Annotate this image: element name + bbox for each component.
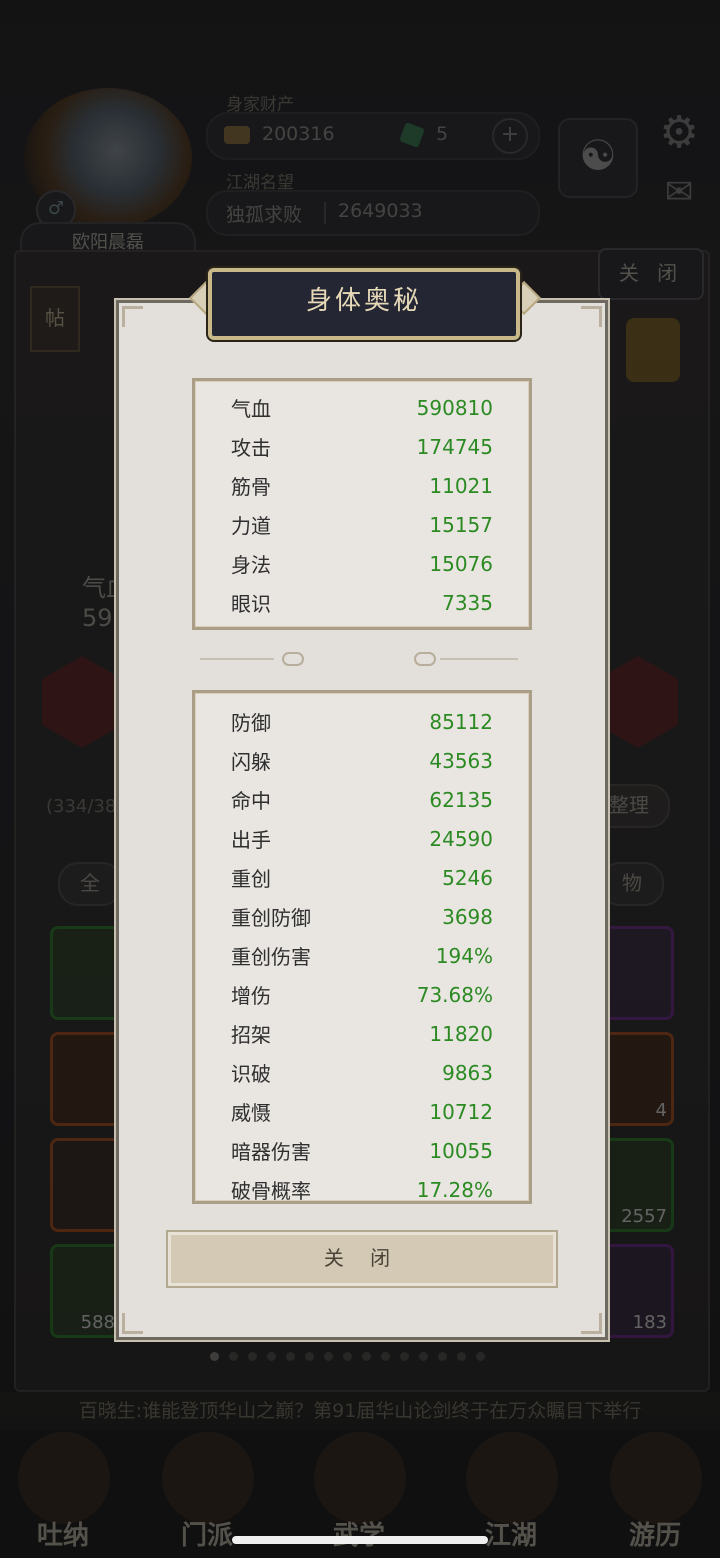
stat-name: 防御: [231, 711, 271, 735]
stat-name: 气血: [231, 397, 271, 421]
stat-row: 身法 15076: [195, 544, 529, 583]
stat-value: 62135: [429, 787, 493, 812]
stat-value: 15157: [429, 512, 493, 537]
stat-row: 重创伤害 194%: [195, 936, 529, 975]
stat-name: 力道: [231, 514, 271, 538]
stat-value: 11820: [429, 1021, 493, 1046]
home-indicator[interactable]: [232, 1536, 488, 1544]
stat-value: 73.68%: [416, 982, 493, 1007]
stat-row: 识破 9863: [195, 1053, 529, 1092]
divider-line: [440, 658, 518, 660]
stat-row: 攻击 174745: [195, 427, 529, 466]
stat-name: 身法: [231, 553, 271, 577]
stat-value: 5246: [442, 865, 493, 890]
stat-name: 重创伤害: [231, 945, 311, 969]
combat-stats-box[interactable]: 防御 85112 闪躲 43563 命中 62135 出手 24590 重创 5246 重创防御 36…: [192, 690, 532, 1204]
divider-ornament: [282, 652, 304, 666]
stat-row: 破骨概率 17.28%: [195, 1170, 529, 1203]
stat-row: 重创 5246: [195, 858, 529, 897]
stat-row: 防御 85112: [195, 702, 529, 741]
stat-value: 194%: [435, 943, 493, 968]
basic-stats-box: 气血 590810 攻击 174745 筋骨 11021 力道 15157 身法 15076 眼识 7…: [192, 378, 532, 630]
stat-row: 增伤 73.68%: [195, 975, 529, 1014]
stat-value: 85112: [429, 709, 493, 734]
corner-ornament: [122, 306, 143, 327]
stat-name: 重创防御: [231, 906, 311, 930]
stat-name: 威慑: [231, 1101, 271, 1125]
stat-name: 眼识: [231, 592, 271, 616]
stat-value: 10055: [429, 1138, 493, 1163]
stat-value: 10712: [429, 1099, 493, 1124]
stat-row: 威慑 10712: [195, 1092, 529, 1131]
stat-name: 识破: [231, 1062, 271, 1086]
stat-row: 出手 24590: [195, 819, 529, 858]
stat-name: 招架: [231, 1023, 271, 1047]
stat-row: 命中 62135: [195, 780, 529, 819]
stat-name: 出手: [231, 828, 271, 852]
stat-name: 增伤: [231, 984, 271, 1008]
stat-row: 气血 590810: [195, 388, 529, 427]
corner-ornament: [581, 306, 602, 327]
stat-row: 招架 11820: [195, 1014, 529, 1053]
stat-value: 11021: [429, 473, 493, 498]
corner-ornament: [122, 1313, 143, 1334]
stat-value: 24590: [429, 826, 493, 851]
divider-ornament: [414, 652, 436, 666]
dialog-title: 身体奥秘: [208, 268, 520, 340]
stat-name: 攻击: [231, 436, 271, 460]
stat-row: 眼识 7335: [195, 583, 529, 622]
corner-ornament: [581, 1313, 602, 1334]
stat-row: 闪躲 43563: [195, 741, 529, 780]
stat-row: 重创防御 3698: [195, 897, 529, 936]
stat-value: 7335: [442, 590, 493, 615]
stat-name: 闪躲: [231, 750, 271, 774]
stat-row: 力道 15157: [195, 505, 529, 544]
stat-value: 174745: [416, 434, 493, 459]
stat-row: 暗器伤害 10055: [195, 1131, 529, 1170]
stat-name: 破骨概率: [231, 1179, 311, 1203]
stat-value: 17.28%: [416, 1177, 493, 1202]
stat-name: 重创: [231, 867, 271, 891]
stat-value: 9863: [442, 1060, 493, 1085]
combat-stats-list[interactable]: 防御 85112 闪躲 43563 命中 62135 出手 24590 重创 5246 重创防御 36…: [195, 693, 529, 1203]
stat-value: 590810: [416, 395, 493, 420]
close-button[interactable]: 关 闭: [166, 1230, 558, 1288]
stat-value: 43563: [429, 748, 493, 773]
basic-stats-list: 气血 590810 攻击 174745 筋骨 11021 力道 15157 身法 15076 眼识 7…: [195, 381, 529, 622]
stat-name: 暗器伤害: [231, 1140, 311, 1164]
stat-value: 15076: [429, 551, 493, 576]
stat-value: 3698: [442, 904, 493, 929]
stat-name: 筋骨: [231, 475, 271, 499]
stat-row: 筋骨 11021: [195, 466, 529, 505]
stat-name: 命中: [231, 789, 271, 813]
divider-line: [200, 658, 274, 660]
